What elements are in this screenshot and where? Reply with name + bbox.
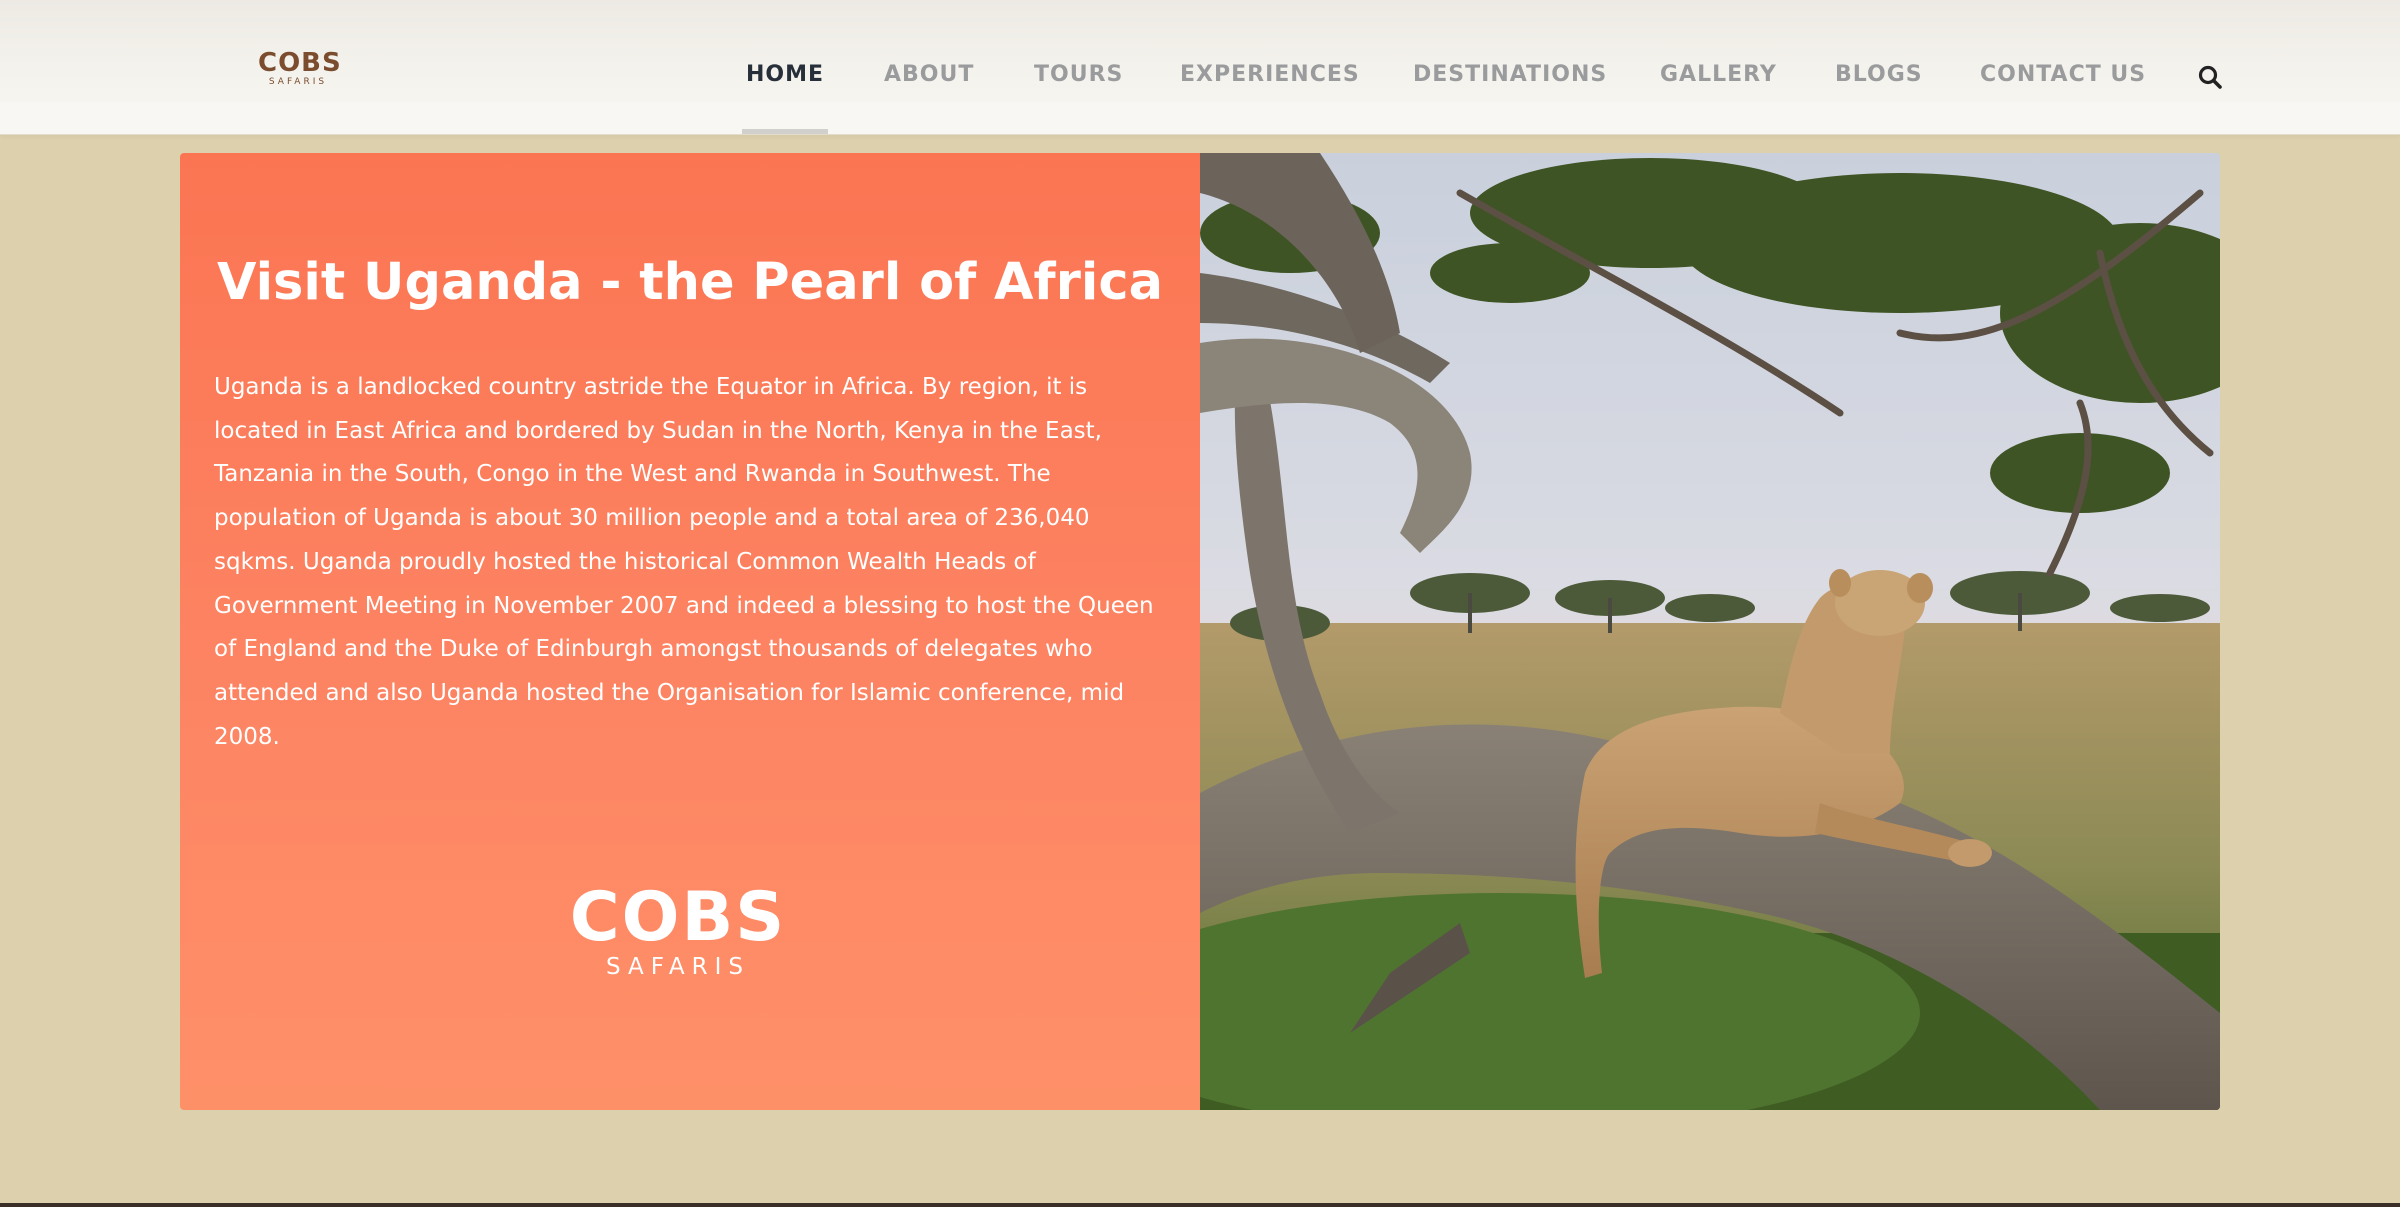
hero-logo: COBS SAFARIS: [568, 883, 788, 993]
nav-item-home[interactable]: HOME: [746, 58, 824, 92]
hero-section: Visit Uganda - the Pearl of Africa Ugand…: [180, 153, 2220, 1110]
nav-item-experiences[interactable]: EXPERIENCES: [1180, 58, 1360, 92]
nav-item-about[interactable]: ABOUT: [884, 58, 974, 92]
site-logo[interactable]: COBS SAFARIS: [258, 48, 342, 94]
hero-description: Uganda is a landlocked country astride t…: [214, 374, 1154, 750]
header-strip: [0, 102, 2400, 134]
lioness-on-tree-photo: [1080, 153, 2220, 1110]
nav-item-destinations[interactable]: DESTINATIONS: [1413, 58, 1607, 92]
search-icon[interactable]: [2196, 63, 2226, 93]
hero-text-panel: Visit Uganda - the Pearl of Africa Ugand…: [180, 153, 1200, 1110]
hero-title: Visit Uganda - the Pearl of Africa: [217, 253, 1163, 312]
hero-logo-subtitle: SAFARIS: [606, 954, 750, 980]
nav-item-contact-us[interactable]: CONTACT US: [1980, 58, 2146, 92]
site-header: COBS SAFARIS HOME ABOUT TOURS EXPERIENCE…: [0, 0, 2400, 135]
logo-brand: COBS: [258, 48, 342, 78]
logo-subtitle: SAFARIS: [268, 77, 328, 87]
bottom-edge: [0, 1203, 2400, 1207]
hero-logo-brand: COBS: [569, 878, 787, 957]
nav-item-blogs[interactable]: BLOGS: [1835, 58, 1923, 92]
nav-item-gallery[interactable]: GALLERY: [1660, 58, 1777, 92]
nav-item-tours[interactable]: TOURS: [1034, 58, 1123, 92]
nav-active-indicator: [742, 129, 828, 134]
